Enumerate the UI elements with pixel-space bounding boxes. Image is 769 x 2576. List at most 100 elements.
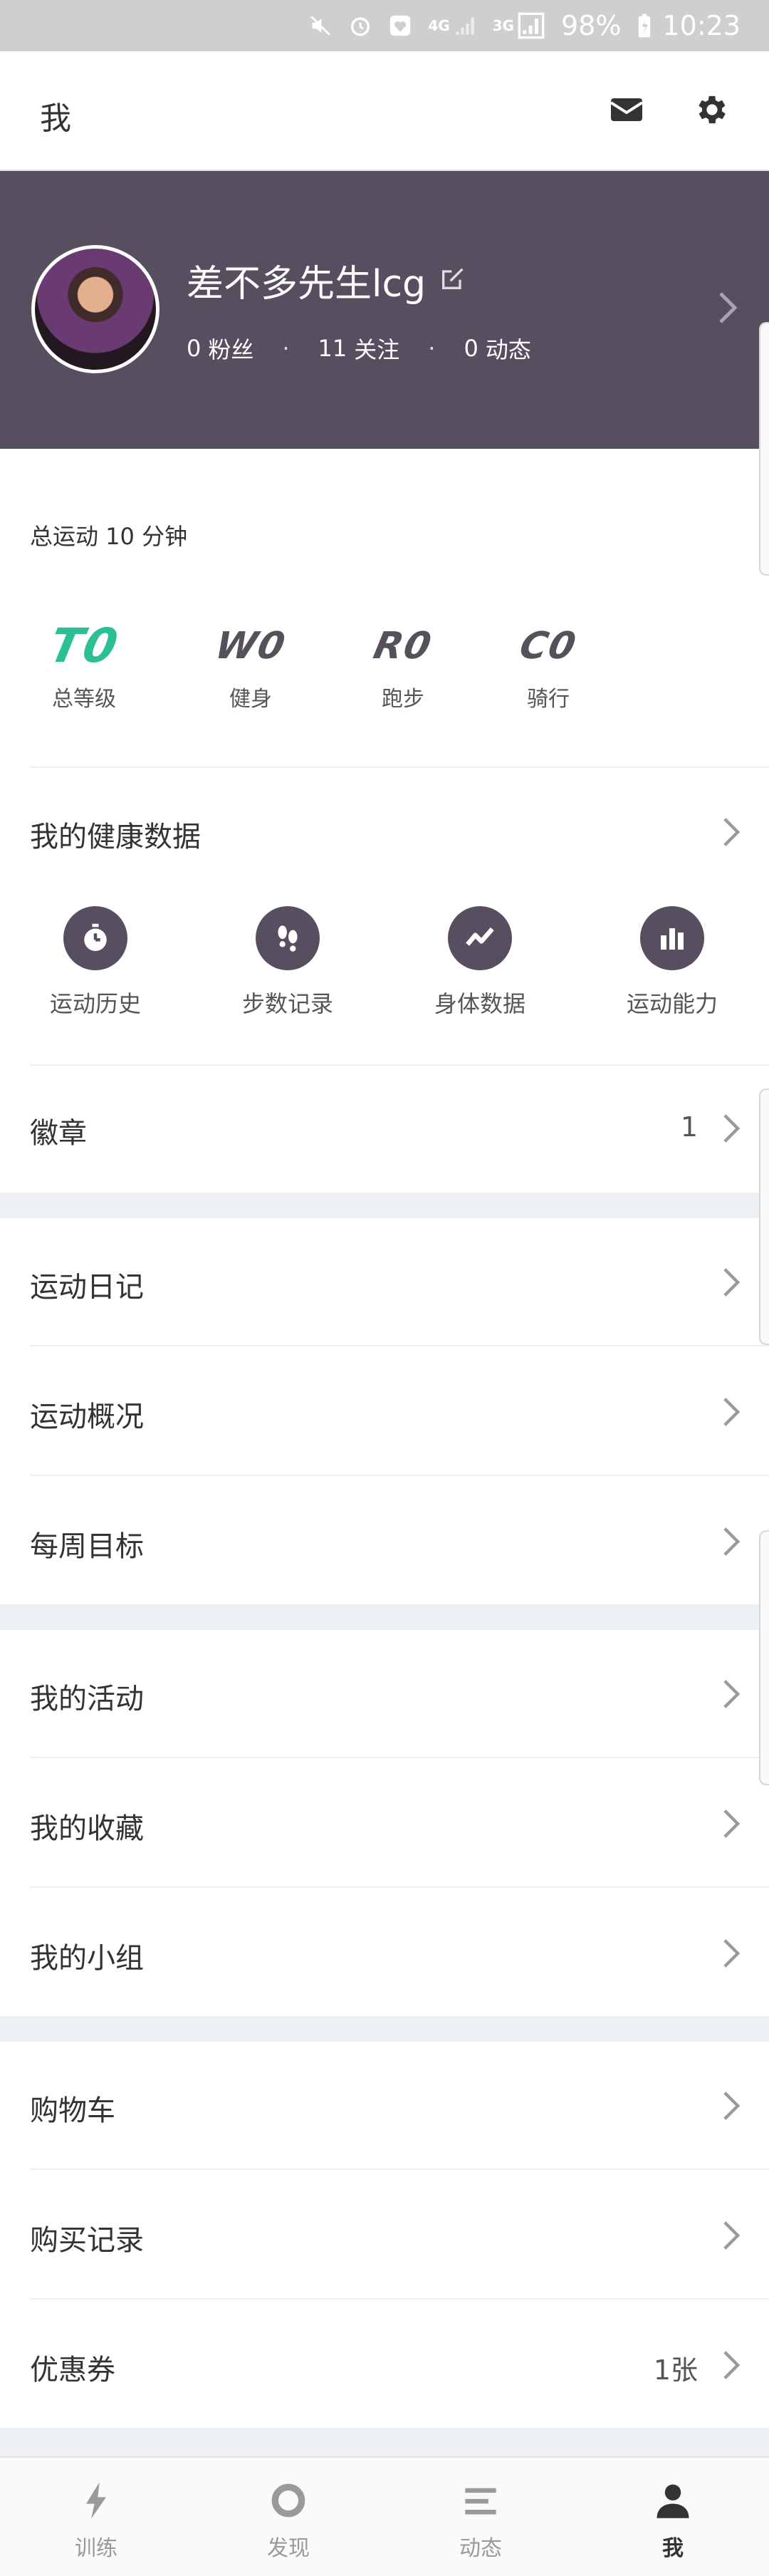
divider xyxy=(30,1886,769,1888)
edit-icon[interactable] xyxy=(439,259,467,302)
health-data-grid: 运动历史 步数记录 身体数据 运动能力 xyxy=(0,899,769,1027)
list-item-label: 运动日记 xyxy=(30,1271,144,1304)
divider xyxy=(30,1757,769,1758)
tab-discover[interactable]: 发现 xyxy=(192,2475,384,2562)
battery-percent: 98% xyxy=(561,10,622,41)
network-3g-label: 3G xyxy=(492,17,515,34)
chevron-right-icon xyxy=(722,816,741,851)
badge-label: 徽章 xyxy=(30,1117,87,1150)
health-item-label: 步数记录 xyxy=(241,990,333,1017)
level-badges: T0 总等级 W0 健身 R0 跑步 C0 骑行 xyxy=(0,618,769,714)
separator-dot: · xyxy=(282,335,290,362)
tab-feed[interactable]: 动态 xyxy=(384,2475,577,2562)
list-item-label: 购物车 xyxy=(30,2094,115,2127)
signal-4g-icon: 4G xyxy=(428,14,476,38)
avatar[interactable] xyxy=(31,245,159,373)
chevron-right-icon xyxy=(722,1678,741,1713)
level-label: 总等级 xyxy=(52,687,116,712)
exercise-history-button[interactable]: 运动历史 xyxy=(17,906,174,1019)
list-item-label: 我的收藏 xyxy=(30,1812,144,1845)
level-code: T0 xyxy=(44,618,124,673)
level-total[interactable]: T0 总等级 xyxy=(13,618,155,712)
bar-chart-icon xyxy=(640,906,704,970)
mail-icon xyxy=(610,98,644,121)
heart-app-icon xyxy=(388,14,412,38)
tab-me[interactable]: 我 xyxy=(577,2475,769,2562)
stopwatch-icon xyxy=(63,906,127,970)
divider xyxy=(30,2169,769,2170)
trend-line-icon xyxy=(448,906,512,970)
divider xyxy=(30,1345,769,1346)
level-code: R0 xyxy=(370,625,436,668)
level-fitness[interactable]: W0 健身 xyxy=(179,621,322,712)
chevron-right-icon xyxy=(722,1267,741,1301)
level-cycling[interactable]: C0 骑行 xyxy=(477,621,619,712)
fans-count[interactable]: 0 xyxy=(187,335,201,362)
following-label[interactable]: 关注 xyxy=(354,332,399,365)
chevron-right-icon xyxy=(722,2220,741,2254)
total-exercise-time: 总运动 10 分钟 xyxy=(30,523,188,550)
chevron-right-icon xyxy=(722,1113,741,1147)
health-item-label: 运动历史 xyxy=(49,990,141,1017)
posts-count[interactable]: 0 xyxy=(464,335,478,362)
profile-header[interactable]: 差不多先生lcg 0 粉丝 · 11 关注 · 0 动态 xyxy=(0,171,769,449)
footprints-icon xyxy=(256,906,320,970)
divider xyxy=(30,1064,769,1066)
step-records-button[interactable]: 步数记录 xyxy=(209,906,366,1019)
mute-icon xyxy=(308,14,333,38)
divider xyxy=(30,1475,769,1476)
level-label: 健身 xyxy=(229,687,272,712)
list-item-label: 优惠券 xyxy=(30,2354,115,2387)
section-gap xyxy=(0,1604,769,1630)
tab-label: 训练 xyxy=(75,2536,117,2561)
section-gap xyxy=(0,2016,769,2042)
divider xyxy=(30,767,769,768)
profile-name-row: 差不多先生lcg xyxy=(187,254,467,307)
discover-ring-icon xyxy=(192,2475,384,2526)
level-label: 跑步 xyxy=(382,687,424,712)
posts-label[interactable]: 动态 xyxy=(486,332,531,365)
network-4g-label: 4G xyxy=(428,17,450,34)
section-gap xyxy=(0,1193,769,1218)
list-item-label: 运动概况 xyxy=(30,1401,144,1433)
gear-icon xyxy=(699,95,726,124)
bottom-tab-bar: 训练 发现 动态 我 xyxy=(0,2456,769,2576)
scrollbar-indicator xyxy=(759,1089,769,1345)
coupon-count: 1张 xyxy=(653,2354,698,2386)
body-data-button[interactable]: 身体数据 xyxy=(402,906,558,1019)
level-code: C0 xyxy=(516,625,581,668)
list-item-label: 购买记录 xyxy=(30,2224,144,2257)
exercise-ability-button[interactable]: 运动能力 xyxy=(594,906,750,1019)
lightning-icon xyxy=(0,2475,192,2526)
chevron-right-icon xyxy=(722,1526,741,1560)
scrollbar-indicator xyxy=(759,1530,769,1785)
separator-dot: · xyxy=(428,335,436,362)
tab-label: 动态 xyxy=(459,2536,502,2561)
chevron-right-icon xyxy=(722,1938,741,1972)
status-bar: 4G 3G 98% 10:23 xyxy=(0,0,769,51)
following-count[interactable]: 11 xyxy=(318,335,347,362)
health-item-label: 运动能力 xyxy=(626,990,718,1017)
chevron-right-icon xyxy=(722,2090,741,2124)
profile-name: 差不多先生lcg xyxy=(187,263,427,306)
messages-button[interactable] xyxy=(604,87,649,133)
level-running[interactable]: R0 跑步 xyxy=(332,621,474,712)
tab-label: 发现 xyxy=(267,2536,310,2561)
health-item-label: 身体数据 xyxy=(434,990,525,1017)
signal-3g-icon: 3G xyxy=(493,11,545,40)
battery-icon xyxy=(637,13,652,38)
chevron-right-icon xyxy=(722,1396,741,1430)
health-data-title[interactable]: 我的健康数据 xyxy=(30,814,201,855)
chevron-right-icon xyxy=(722,2349,741,2384)
settings-button[interactable] xyxy=(689,87,735,133)
clock: 10:23 xyxy=(662,10,741,41)
top-bar: 我 xyxy=(0,51,769,171)
fans-label[interactable]: 粉丝 xyxy=(208,332,253,365)
badge-count: 1 xyxy=(680,1111,698,1143)
feed-lines-icon xyxy=(384,2475,577,2526)
tab-training[interactable]: 训练 xyxy=(0,2475,192,2562)
alarm-icon xyxy=(348,14,372,38)
profile-stats: 0 粉丝 · 11 关注 · 0 动态 xyxy=(187,332,531,365)
level-label: 骑行 xyxy=(527,687,570,712)
list-item-label: 每周目标 xyxy=(30,1530,144,1563)
